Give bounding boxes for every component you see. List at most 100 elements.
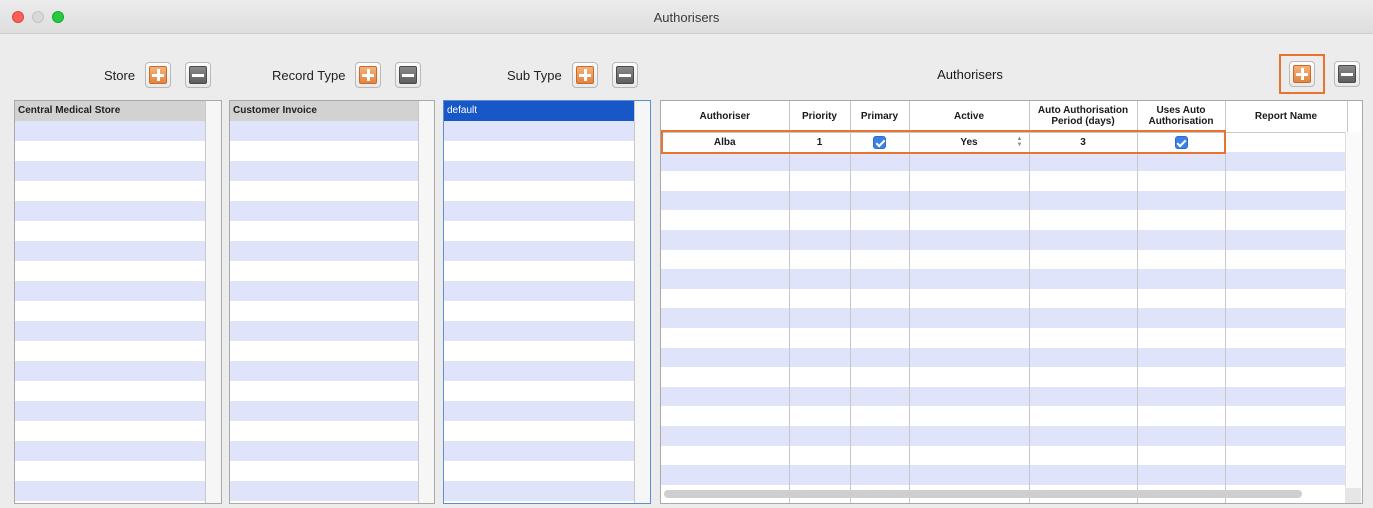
- empty-cell: [1137, 445, 1226, 466]
- empty-cell: [850, 269, 910, 289]
- add-record-type-button[interactable]: [355, 62, 382, 88]
- empty-cell: [1029, 327, 1138, 348]
- empty-cell: [909, 190, 1030, 211]
- add-sub-type-button[interactable]: [571, 62, 598, 88]
- add-store-button[interactable]: [145, 62, 172, 88]
- empty-cell: [1029, 171, 1138, 191]
- authorisers-table[interactable]: Authoriser Priority Primary Active Auto …: [660, 100, 1363, 504]
- plus-icon: [1293, 65, 1311, 83]
- record-type-list-scrollbar[interactable]: [419, 101, 434, 503]
- empty-cell: [850, 445, 910, 466]
- empty-cell: [789, 288, 851, 309]
- remove-record-type-button[interactable]: [395, 62, 422, 88]
- empty-cell: [789, 327, 851, 348]
- empty-cell: [789, 386, 851, 407]
- empty-cell: [850, 386, 910, 407]
- empty-cell: [1225, 386, 1348, 407]
- empty-cell: [789, 249, 851, 270]
- column-header-auto-period[interactable]: Auto Authorisation Period (days): [1029, 101, 1138, 133]
- empty-table-row: [661, 288, 1348, 309]
- empty-cell: [1225, 269, 1348, 289]
- empty-cell: [1137, 190, 1226, 211]
- store-label: Store: [104, 67, 136, 83]
- empty-cell: [1225, 171, 1348, 191]
- store-list[interactable]: Central Medical Store: [14, 100, 222, 504]
- empty-cell: [909, 171, 1030, 191]
- empty-cell: [909, 210, 1030, 230]
- empty-cell: [789, 367, 851, 387]
- empty-cell: [1137, 210, 1226, 230]
- empty-cell: [661, 151, 790, 172]
- empty-table-row: [661, 269, 1348, 289]
- list-item[interactable]: Central Medical Store: [15, 101, 205, 121]
- empty-cell: [850, 347, 910, 368]
- empty-cell: [1029, 445, 1138, 466]
- sub-type-list-body: default: [444, 101, 635, 503]
- sub-type-list[interactable]: default: [443, 100, 651, 504]
- empty-cell: [1225, 465, 1348, 485]
- empty-cell: [789, 425, 851, 446]
- remove-store-button[interactable]: [185, 62, 212, 88]
- plus-icon: [149, 66, 168, 84]
- empty-cell: [1029, 229, 1138, 250]
- column-header-authoriser[interactable]: Authoriser: [661, 101, 790, 133]
- empty-cell: [789, 406, 851, 426]
- remove-sub-type-button[interactable]: [611, 62, 638, 88]
- empty-cell: [1137, 229, 1226, 250]
- empty-cell: [909, 249, 1030, 270]
- empty-cell: [850, 171, 910, 191]
- empty-cell: [1029, 386, 1138, 407]
- empty-cell: [1029, 465, 1138, 485]
- empty-cell: [789, 269, 851, 289]
- empty-cell: [850, 229, 910, 250]
- empty-cell: [850, 210, 910, 230]
- add-authoriser-button[interactable]: [1289, 61, 1315, 87]
- sub-type-label: Sub Type: [507, 67, 562, 83]
- store-list-scrollbar[interactable]: [206, 101, 221, 503]
- empty-cell: [1225, 229, 1348, 250]
- column-header-report-name[interactable]: Report Name: [1225, 101, 1348, 133]
- empty-cell: [909, 308, 1030, 328]
- empty-cell: [1225, 288, 1348, 309]
- column-header-active[interactable]: Active: [909, 101, 1030, 133]
- empty-cell: [661, 308, 790, 328]
- empty-cell: [1225, 249, 1348, 270]
- remove-authoriser-button[interactable]: [1334, 61, 1360, 87]
- empty-cell: [1137, 465, 1226, 485]
- empty-cell: [661, 347, 790, 368]
- empty-cell: [661, 406, 790, 426]
- empty-cell: [850, 249, 910, 270]
- empty-cell: [909, 269, 1030, 289]
- empty-cell: [661, 288, 790, 309]
- empty-cell: [909, 288, 1030, 309]
- empty-cell: [909, 425, 1030, 446]
- sub-type-toolbar: Sub Type: [507, 62, 638, 88]
- empty-cell: [1137, 308, 1226, 328]
- empty-cell: [789, 308, 851, 328]
- column-header-priority[interactable]: Priority: [789, 101, 851, 133]
- empty-cell: [789, 465, 851, 485]
- column-header-uses-auto[interactable]: Uses Auto Authorisation: [1137, 101, 1226, 133]
- table-horizontal-scrollbar[interactable]: [664, 490, 1302, 498]
- sub-type-list-scrollbar[interactable]: [635, 101, 650, 503]
- empty-cell: [661, 269, 790, 289]
- report-name-cell[interactable]: [1225, 132, 1348, 152]
- list-item-selected[interactable]: default: [444, 101, 634, 121]
- table-vertical-scrollbar[interactable]: [1345, 132, 1361, 489]
- empty-cell: [661, 190, 790, 211]
- empty-cell: [1225, 367, 1348, 387]
- empty-table-row: [661, 190, 1348, 211]
- empty-cell: [1225, 425, 1348, 446]
- list-item[interactable]: Customer Invoice: [230, 101, 418, 121]
- empty-cell: [1137, 327, 1226, 348]
- empty-cell: [661, 425, 790, 446]
- column-header-primary[interactable]: Primary: [850, 101, 910, 133]
- empty-cell: [850, 465, 910, 485]
- empty-cell: [1137, 171, 1226, 191]
- empty-cell: [850, 406, 910, 426]
- record-type-list[interactable]: Customer Invoice: [229, 100, 435, 504]
- new-row-highlight: [661, 130, 1226, 154]
- empty-cell: [1029, 249, 1138, 270]
- empty-cell: [1225, 308, 1348, 328]
- empty-table-row: [661, 308, 1348, 328]
